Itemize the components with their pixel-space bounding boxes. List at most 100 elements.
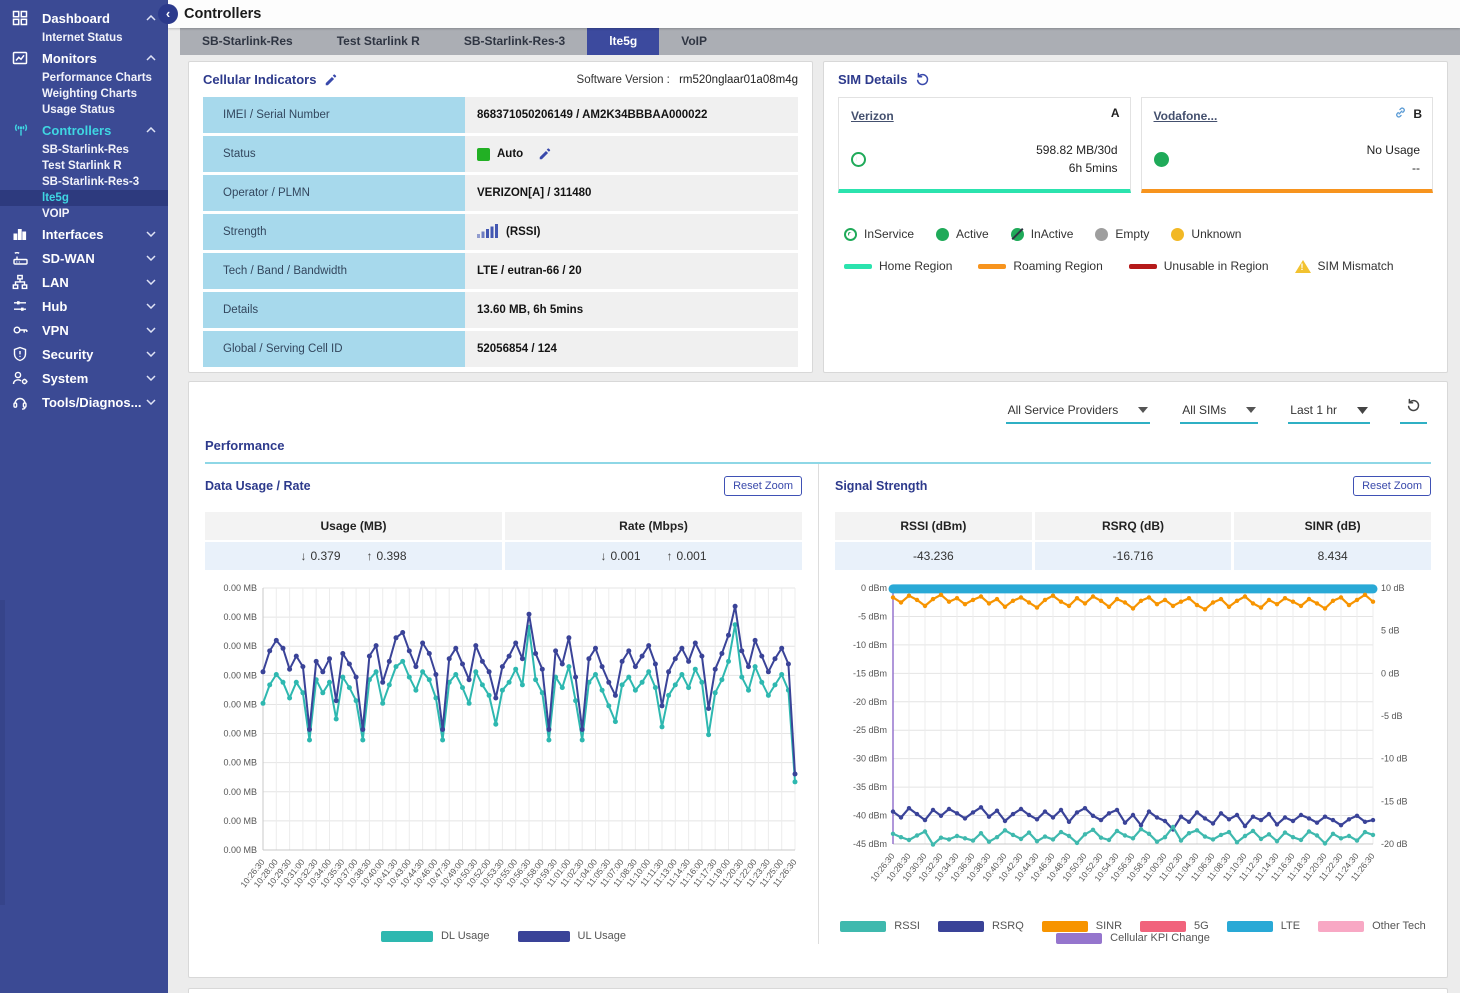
dashboard-icon xyxy=(12,10,34,26)
sim-cards: VerizonA598.82 MB/30d6h 5minsVodafone...… xyxy=(838,97,1433,193)
sidebar-item-sb-starlink-res-3[interactable]: SB-Starlink-Res-3 xyxy=(0,174,168,190)
stat-header: SINR (dB) xyxy=(1234,512,1431,540)
svg-text:-20 dBm: -20 dBm xyxy=(853,697,887,707)
service-provider-value: All Service Providers xyxy=(1008,403,1119,417)
svg-text:-15 dB: -15 dB xyxy=(1381,796,1408,806)
software-version-label: Software Version : xyxy=(577,74,670,86)
sidebar-item-vpn[interactable]: VPN xyxy=(0,318,168,342)
reset-zoom-button[interactable]: Reset Zoom xyxy=(724,476,802,496)
legend-item-5g: 5G xyxy=(1140,920,1209,932)
sidebar-item-dashboard[interactable]: Dashboard xyxy=(0,6,168,30)
sidebar-item-interfaces[interactable]: Interfaces xyxy=(0,222,168,246)
service-provider-select[interactable]: All Service Providers xyxy=(1006,401,1151,424)
performance-panel: All Service Providers All SIMs Last 1 hr… xyxy=(188,381,1448,978)
legend-label: InActive xyxy=(1031,227,1074,241)
data-usage-section: Data Usage / Rate Reset Zoom Usage (MB)↓… xyxy=(189,464,818,944)
chart-filters: All Service Providers All SIMs Last 1 hr xyxy=(189,382,1447,424)
sidebar-scrollbar[interactable] xyxy=(0,600,5,905)
sim-status-active-icon xyxy=(1154,152,1169,167)
edit-icon[interactable] xyxy=(324,73,338,87)
sidebar-item-internet-status[interactable]: Internet Status xyxy=(0,30,168,46)
down-arrow-icon: ↓ xyxy=(600,549,606,563)
sidebar-item-security[interactable]: Security xyxy=(0,342,168,366)
svg-text:-40 dBm: -40 dBm xyxy=(853,811,887,821)
row-value: (RSSI) xyxy=(465,214,798,250)
tab-voip[interactable]: VoIP xyxy=(659,28,729,55)
sidebar-item-test-starlink-r[interactable]: Test Starlink R xyxy=(0,158,168,174)
sim-card-a[interactable]: VerizonA598.82 MB/30d6h 5mins xyxy=(838,97,1131,193)
sidebar-item-controllers[interactable]: Controllers xyxy=(0,118,168,142)
tab-test-starlink-r[interactable]: Test Starlink R xyxy=(315,28,442,55)
legend-item-inactive: InActive xyxy=(1011,227,1074,241)
svg-text:-10 dB: -10 dB xyxy=(1381,754,1408,764)
sim-slot-label: B xyxy=(1394,106,1422,122)
sidebar-item-voip[interactable]: VOIP xyxy=(0,206,168,222)
reset-zoom-button[interactable]: Reset Zoom xyxy=(1353,476,1431,496)
download-value: 0.001 xyxy=(610,549,640,563)
refresh-icon[interactable] xyxy=(915,72,930,87)
signal-strength-title: Signal Strength xyxy=(835,479,927,493)
svg-text:0.00 MB: 0.00 MB xyxy=(223,787,257,797)
sim-name-link[interactable]: Vodafone... xyxy=(1154,109,1218,123)
svg-text:-20 dB: -20 dB xyxy=(1381,839,1408,849)
tab-lte5g[interactable]: lte5g xyxy=(587,28,659,55)
chevron-down-icon xyxy=(146,255,158,261)
refresh-icon[interactable] xyxy=(1400,398,1427,424)
sidebar-item-label: LAN xyxy=(42,275,146,290)
legend-swatch xyxy=(1227,921,1273,932)
tab-sb-starlink-res-3[interactable]: SB-Starlink-Res-3 xyxy=(442,28,587,55)
upload-value: 0.001 xyxy=(677,549,707,563)
sidebar-item-tools-diagnos-[interactable]: Tools/Diagnos... xyxy=(0,390,168,414)
legend-item-active: Active xyxy=(936,227,989,241)
sim-name-link[interactable]: Verizon xyxy=(851,109,894,123)
content: Cellular Indicators Software Version : r… xyxy=(168,55,1460,993)
sidebar-item-sd-wan[interactable]: SD-WAN xyxy=(0,246,168,270)
sim-details-title: SIM Details xyxy=(838,72,907,87)
sidebar-collapse-button[interactable]: ‹ xyxy=(158,4,178,24)
svg-text:0.00 MB: 0.00 MB xyxy=(223,641,257,651)
legend-item-lte: LTE xyxy=(1227,920,1300,932)
sidebar-item-monitors[interactable]: Monitors xyxy=(0,46,168,70)
status-text: Auto xyxy=(497,148,523,160)
svg-text:0 dB: 0 dB xyxy=(1381,668,1400,678)
sidebar-item-hub[interactable]: Hub xyxy=(0,294,168,318)
tools-icon xyxy=(12,394,34,410)
legend-label: RSRQ xyxy=(992,920,1024,932)
svg-text:5 dB: 5 dB xyxy=(1381,626,1400,636)
sidebar-group-interfaces: Interfaces xyxy=(0,222,168,246)
svg-text:-30 dBm: -30 dBm xyxy=(853,754,887,764)
time-range-select[interactable]: Last 1 hr xyxy=(1288,401,1370,424)
table-row: Details13.60 MB, 6h 5mins xyxy=(203,292,798,328)
sidebar-item-system[interactable]: System xyxy=(0,366,168,390)
sim-usage-value: 598.82 MB/30d xyxy=(1036,141,1117,159)
sidebar-item-label: Controllers xyxy=(42,123,146,138)
svg-text:0.00 MB: 0.00 MB xyxy=(223,670,257,680)
sidebar-nav: DashboardInternet StatusMonitorsPerforma… xyxy=(0,6,168,414)
table-row: Operator / PLMNVERIZON[A] / 311480 xyxy=(203,175,798,211)
sidebar-item-sb-starlink-res[interactable]: SB-Starlink-Res xyxy=(0,142,168,158)
sidebar-group-sd-wan: SD-WAN xyxy=(0,246,168,270)
sim-usage-value: No Usage xyxy=(1367,141,1420,159)
sidebar-item-usage-status[interactable]: Usage Status xyxy=(0,102,168,118)
tab-sb-starlink-res[interactable]: SB-Starlink-Res xyxy=(180,28,315,55)
edit-icon[interactable] xyxy=(538,147,552,161)
sidebar-item-performance-charts[interactable]: Performance Charts xyxy=(0,70,168,86)
next-panel-edge xyxy=(188,988,1448,993)
stat-value: -16.716 xyxy=(1035,542,1232,570)
data-usage-chart[interactable]: 0.00 MB0.00 MB0.00 MB0.00 MB0.00 MB0.00 … xyxy=(205,580,803,928)
table-row: Tech / Band / BandwidthLTE / eutran-66 /… xyxy=(203,253,798,289)
signal-strength-chart[interactable]: 0 dBm-5 dBm-10 dBm-15 dBm-20 dBm-25 dBm-… xyxy=(835,580,1433,920)
up-arrow-icon: ↑ xyxy=(367,549,373,563)
sidebar-group-lan: LAN xyxy=(0,270,168,294)
svg-text:-25 dBm: -25 dBm xyxy=(853,725,887,735)
sim-card-b[interactable]: Vodafone... B No Usage-- xyxy=(1141,97,1434,193)
sims-select[interactable]: All SIMs xyxy=(1180,401,1258,424)
signal-bars-icon xyxy=(477,224,499,241)
stat-value: ↓0.379↑0.398 xyxy=(205,542,502,570)
sidebar-item-lan[interactable]: LAN xyxy=(0,270,168,294)
sim-usage-duration: -- xyxy=(1367,159,1420,177)
sidebar-item-weighting-charts[interactable]: Weighting Charts xyxy=(0,86,168,102)
svg-text:-5 dB: -5 dB xyxy=(1381,711,1403,721)
sidebar-group-controllers: Controllers SB-Starlink-ResTest Starlink … xyxy=(0,118,168,222)
sidebar-item-lte5g[interactable]: lte5g xyxy=(0,190,168,206)
